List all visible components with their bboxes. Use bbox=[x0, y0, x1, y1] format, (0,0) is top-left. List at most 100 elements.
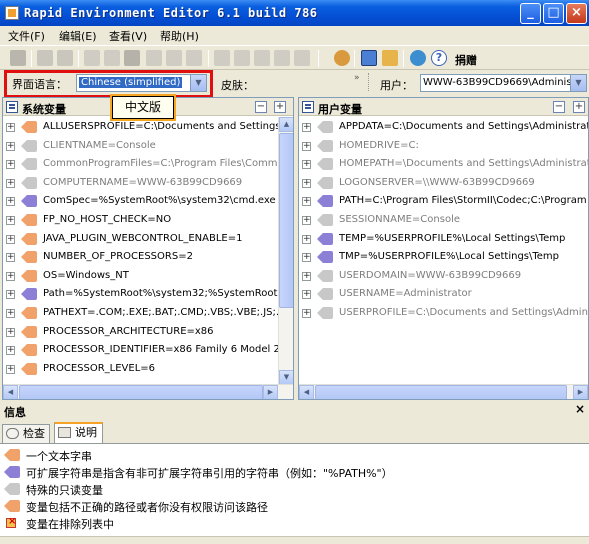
app-icon bbox=[5, 6, 19, 20]
help-icon[interactable]: ? bbox=[431, 50, 447, 66]
scroll-thumb[interactable] bbox=[279, 133, 293, 308]
expand-icon[interactable]: + bbox=[6, 346, 15, 356]
expand-all-button[interactable]: + bbox=[274, 101, 286, 113]
expand-icon[interactable]: + bbox=[6, 216, 15, 225]
close-button[interactable]: × bbox=[566, 3, 587, 24]
system-panel-title: 系统变量 bbox=[22, 103, 66, 116]
variable-tag-icon bbox=[21, 251, 38, 264]
donate-button[interactable]: 捐赠 bbox=[455, 52, 477, 68]
edit-icon[interactable] bbox=[186, 50, 202, 66]
expand-all-button[interactable]: + bbox=[573, 101, 585, 113]
menu-file[interactable]: 文件(F) bbox=[8, 28, 45, 44]
minimize-button[interactable]: _ bbox=[520, 3, 541, 24]
expand-icon[interactable]: + bbox=[6, 160, 15, 170]
scroll-left-button[interactable]: ◀ bbox=[3, 385, 18, 399]
folder-icon[interactable] bbox=[234, 50, 250, 66]
collapse-all-button[interactable]: − bbox=[255, 101, 267, 113]
expand-icon[interactable]: + bbox=[302, 141, 311, 151]
expand-icon[interactable]: + bbox=[302, 216, 311, 225]
expand-icon[interactable]: + bbox=[6, 123, 15, 132]
variable-text: FP_NO_HOST_CHECK=NO bbox=[43, 214, 172, 225]
delete-icon[interactable] bbox=[124, 50, 140, 66]
expand-icon[interactable]: + bbox=[6, 141, 15, 151]
paste-icon[interactable] bbox=[104, 50, 120, 66]
copy-icon[interactable] bbox=[84, 50, 100, 66]
tag-icon[interactable] bbox=[254, 50, 270, 66]
expand-icon[interactable]: + bbox=[6, 290, 15, 300]
window-icon[interactable] bbox=[361, 50, 377, 66]
expand-icon[interactable]: + bbox=[302, 234, 311, 244]
variable-text: ComSpec=%SystemRoot%\system32\cmd.exe bbox=[43, 195, 276, 207]
info-close-button[interactable]: × bbox=[575, 402, 585, 416]
expand-icon[interactable]: + bbox=[6, 364, 15, 374]
scroll-thumb[interactable] bbox=[19, 385, 263, 399]
expand-icon[interactable]: + bbox=[6, 327, 15, 337]
expand-icon[interactable]: + bbox=[302, 309, 311, 318]
expand-icon[interactable]: + bbox=[302, 197, 311, 207]
scroll-right-button[interactable]: ▶ bbox=[573, 385, 588, 399]
menu-help[interactable]: 帮助(H) bbox=[160, 28, 199, 44]
toolbar-overflow-icon[interactable]: » bbox=[354, 73, 360, 83]
expand-icon[interactable]: + bbox=[302, 123, 311, 132]
expand-icon[interactable]: + bbox=[302, 253, 311, 263]
move-up-icon[interactable] bbox=[274, 50, 290, 66]
expand-icon[interactable]: + bbox=[302, 290, 311, 300]
variable-tag-icon bbox=[21, 214, 38, 227]
system-vertical-scrollbar[interactable]: ▲ ▼ bbox=[278, 117, 293, 385]
info-item-text: 一个文本字串 bbox=[26, 450, 92, 463]
save-icon[interactable] bbox=[10, 50, 26, 66]
settings-icon[interactable] bbox=[334, 50, 350, 66]
expand-icon[interactable]: + bbox=[302, 271, 311, 281]
scroll-right-button[interactable]: ▶ bbox=[263, 385, 278, 399]
variable-text: SESSIONNAME=Console bbox=[339, 214, 461, 225]
expand-icon[interactable]: + bbox=[6, 197, 15, 207]
expand-icon[interactable]: + bbox=[6, 178, 15, 188]
toolbar-separator bbox=[31, 50, 32, 67]
user-variables-panel: 用户变量 − + + APPDATA=C:\Documents and Setti… bbox=[298, 97, 589, 400]
info-header bbox=[0, 402, 589, 420]
add-icon[interactable] bbox=[146, 50, 162, 66]
tab-description[interactable]: 说明 bbox=[54, 422, 103, 443]
variable-tag-icon bbox=[317, 214, 334, 227]
toolbar-separator bbox=[318, 50, 319, 67]
variable-tag-icon bbox=[21, 362, 38, 376]
rename-icon[interactable] bbox=[214, 50, 230, 66]
redo-icon[interactable] bbox=[57, 50, 73, 66]
expand-icon[interactable]: + bbox=[6, 309, 15, 318]
tag-filter-icon[interactable] bbox=[382, 50, 398, 66]
scroll-left-button[interactable]: ◀ bbox=[299, 385, 314, 399]
scroll-thumb[interactable] bbox=[315, 385, 567, 399]
variable-tag-icon bbox=[317, 195, 334, 208]
variable-tag-icon bbox=[21, 176, 38, 190]
move-down-icon[interactable] bbox=[294, 50, 310, 66]
scroll-up-button[interactable]: ▲ bbox=[279, 117, 293, 132]
error-icon bbox=[6, 516, 16, 528]
tab-check[interactable]: 检查 bbox=[2, 424, 50, 443]
user-select[interactable]: WWW-63B99CD9669\Administra ▼ bbox=[420, 74, 587, 92]
add-value-icon[interactable] bbox=[166, 50, 182, 66]
expand-icon[interactable]: + bbox=[302, 160, 311, 170]
variable-tag-icon bbox=[21, 269, 38, 283]
menu-bar: 文件(F) 编辑(E) 查看(V) 帮助(H) bbox=[0, 26, 589, 44]
user-horizontal-scrollbar[interactable]: ◀ ▶ bbox=[299, 384, 588, 399]
toolbar-grip[interactable] bbox=[368, 73, 371, 91]
variable-text: TMP=%USERPROFILE%\Local Settings\Temp bbox=[339, 251, 560, 263]
menu-edit[interactable]: 编辑(E) bbox=[59, 28, 97, 44]
expand-icon[interactable]: + bbox=[302, 178, 311, 188]
expand-icon[interactable]: + bbox=[6, 271, 15, 281]
user-label: 用户： bbox=[380, 79, 413, 92]
maximize-button[interactable]: □ bbox=[543, 3, 564, 24]
chevron-down-icon[interactable]: ▼ bbox=[570, 75, 586, 91]
undo-icon[interactable] bbox=[37, 50, 53, 66]
expand-icon[interactable]: + bbox=[6, 253, 15, 263]
collapse-all-button[interactable]: − bbox=[553, 101, 565, 113]
variable-tag-icon bbox=[21, 288, 38, 301]
system-horizontal-scrollbar[interactable]: ◀ ▶ bbox=[3, 384, 293, 399]
variable-tag-icon bbox=[21, 325, 38, 339]
expand-icon[interactable]: + bbox=[6, 234, 15, 244]
variable-tag-icon bbox=[21, 195, 38, 208]
menu-view[interactable]: 查看(V) bbox=[109, 28, 147, 44]
web-icon[interactable] bbox=[410, 50, 426, 66]
scroll-down-button[interactable]: ▼ bbox=[279, 370, 293, 385]
variable-text: USERDOMAIN=WWW-63B99CD9669 bbox=[339, 269, 522, 281]
